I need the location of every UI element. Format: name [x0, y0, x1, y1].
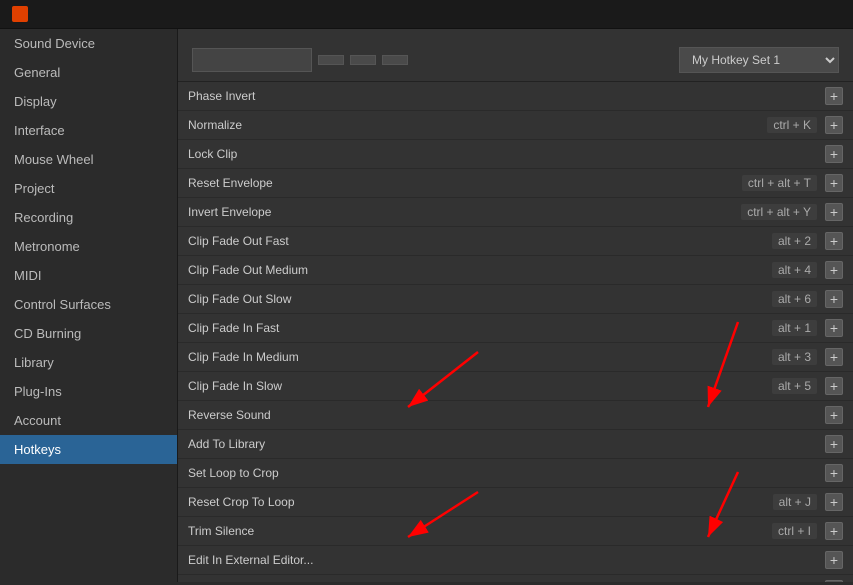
sidebar-item-plug-ins[interactable]: Plug-Ins [0, 377, 177, 406]
hotkey-name: Reset Crop To Loop [188, 495, 773, 509]
hotkey-keys: alt + J [773, 494, 817, 510]
hotkey-row: Open Containing Folder+ [178, 575, 853, 582]
hotkey-name: Add To Library [188, 437, 825, 451]
hotkey-add-button[interactable]: + [825, 377, 843, 395]
hotkey-add-button[interactable]: + [825, 348, 843, 366]
hotkey-name: Lock Clip [188, 147, 825, 161]
sidebar-item-mouse-wheel[interactable]: Mouse Wheel [0, 145, 177, 174]
sidebar-item-project[interactable]: Project [0, 174, 177, 203]
hotkey-keys: ctrl + K [767, 117, 817, 133]
hotkey-row: Trim Silencectrl + I + [178, 517, 853, 546]
sidebar-item-control-surfaces[interactable]: Control Surfaces [0, 290, 177, 319]
hotkey-name: Phase Invert [188, 89, 825, 103]
hotkey-name: Clip Fade Out Medium [188, 263, 772, 277]
sidebar-item-account[interactable]: Account [0, 406, 177, 435]
hotkey-add-button[interactable]: + [825, 232, 843, 250]
hotkey-row: Set Loop to Crop+ [178, 459, 853, 488]
hotkey-keys: alt + 4 [772, 262, 817, 278]
hotkey-add-button[interactable]: + [825, 261, 843, 279]
title-bar-left [12, 6, 36, 22]
hotkey-add-button[interactable]: + [825, 145, 843, 163]
hotkey-add-button[interactable]: + [825, 551, 843, 569]
hotkey-set-select[interactable]: My Hotkey Set 1 [679, 47, 839, 73]
hotkey-add-button[interactable]: + [825, 435, 843, 453]
hotkey-row: Add To Library+ [178, 430, 853, 459]
sidebar: Sound DeviceGeneralDisplayInterfaceMouse… [0, 29, 178, 582]
hotkey-name: Invert Envelope [188, 205, 741, 219]
title-bar [0, 0, 853, 29]
hotkey-row: Clip Fade Out Fastalt + 2 + [178, 227, 853, 256]
hotkey-row: Reverse Sound+ [178, 401, 853, 430]
hotkey-name: Reset Envelope [188, 176, 742, 190]
sidebar-item-general[interactable]: General [0, 58, 177, 87]
sidebar-item-cd-burning[interactable]: CD Burning [0, 319, 177, 348]
sidebar-item-library[interactable]: Library [0, 348, 177, 377]
hotkey-name: Reverse Sound [188, 408, 825, 422]
hotkey-name: Clip Fade In Fast [188, 321, 772, 335]
hotkey-row: Reset Envelopectrl + alt + T + [178, 169, 853, 198]
hotkey-keys: ctrl + alt + Y [741, 204, 817, 220]
hotkey-add-button[interactable]: + [825, 116, 843, 134]
delete-button[interactable] [350, 55, 376, 65]
search-input[interactable] [192, 48, 312, 72]
hotkey-row: Clip Fade In Mediumalt + 3 + [178, 343, 853, 372]
hotkey-row: Phase Invert+ [178, 82, 853, 111]
hotkey-add-button[interactable]: + [825, 522, 843, 540]
sidebar-item-hotkeys[interactable]: Hotkeys [0, 435, 177, 464]
hotkey-row: Invert Envelopectrl + alt + Y + [178, 198, 853, 227]
hotkey-keys: ctrl + alt + T [742, 175, 817, 191]
hotkey-name: Clip Fade Out Slow [188, 292, 772, 306]
sidebar-item-midi[interactable]: MIDI [0, 261, 177, 290]
sidebar-item-display[interactable]: Display [0, 87, 177, 116]
hotkey-keys: alt + 1 [772, 320, 817, 336]
sidebar-item-metronome[interactable]: Metronome [0, 232, 177, 261]
hotkey-row: Clip Fade Out Slowalt + 6 + [178, 285, 853, 314]
reset-button[interactable] [382, 55, 408, 65]
hotkey-row: Normalizectrl + K + [178, 111, 853, 140]
hotkey-name: Set Loop to Crop [188, 466, 825, 480]
content-header: My Hotkey Set 1 [178, 29, 853, 82]
hotkey-name: Trim Silence [188, 524, 772, 538]
hotkey-name: Clip Fade In Slow [188, 379, 772, 393]
hotkey-name: Edit In External Editor... [188, 553, 825, 567]
hotkey-keys: alt + 6 [772, 291, 817, 307]
hotkey-row: Clip Fade Out Mediumalt + 4 + [178, 256, 853, 285]
hotkey-add-button[interactable]: + [825, 174, 843, 192]
content-panel: My Hotkey Set 1 Phase Invert+Normalizect… [178, 29, 853, 582]
new-set-button[interactable] [318, 55, 344, 65]
hotkey-keys: alt + 2 [772, 233, 817, 249]
hotkey-add-button[interactable]: + [825, 493, 843, 511]
hotkey-add-button[interactable]: + [825, 290, 843, 308]
main-layout: Sound DeviceGeneralDisplayInterfaceMouse… [0, 29, 853, 582]
hotkey-add-button[interactable]: + [825, 464, 843, 482]
hotkey-keys: alt + 5 [772, 378, 817, 394]
sidebar-item-recording[interactable]: Recording [0, 203, 177, 232]
hotkey-keys: ctrl + I [772, 523, 817, 539]
hotkey-keys: alt + 3 [772, 349, 817, 365]
sidebar-item-interface[interactable]: Interface [0, 116, 177, 145]
hotkey-add-button[interactable]: + [825, 87, 843, 105]
hotkey-list: Phase Invert+Normalizectrl + K+Lock Clip… [178, 82, 853, 582]
hotkey-name: Clip Fade In Medium [188, 350, 772, 364]
toolbar: My Hotkey Set 1 [192, 47, 839, 73]
hotkey-row: Lock Clip+ [178, 140, 853, 169]
hotkey-name: Normalize [188, 118, 767, 132]
hotkey-name: Clip Fade Out Fast [188, 234, 772, 248]
hotkey-add-button[interactable]: + [825, 580, 843, 582]
hotkey-row: Clip Fade In Slowalt + 5 + [178, 372, 853, 401]
hotkey-add-button[interactable]: + [825, 319, 843, 337]
hotkey-row: Edit In External Editor...+ [178, 546, 853, 575]
hotkey-row: Reset Crop To Loopalt + J + [178, 488, 853, 517]
hotkey-row: Clip Fade In Fastalt + 1 + [178, 314, 853, 343]
sidebar-item-sound-device[interactable]: Sound Device [0, 29, 177, 58]
hotkey-add-button[interactable]: + [825, 406, 843, 424]
hotkey-add-button[interactable]: + [825, 203, 843, 221]
app-icon [12, 6, 28, 22]
